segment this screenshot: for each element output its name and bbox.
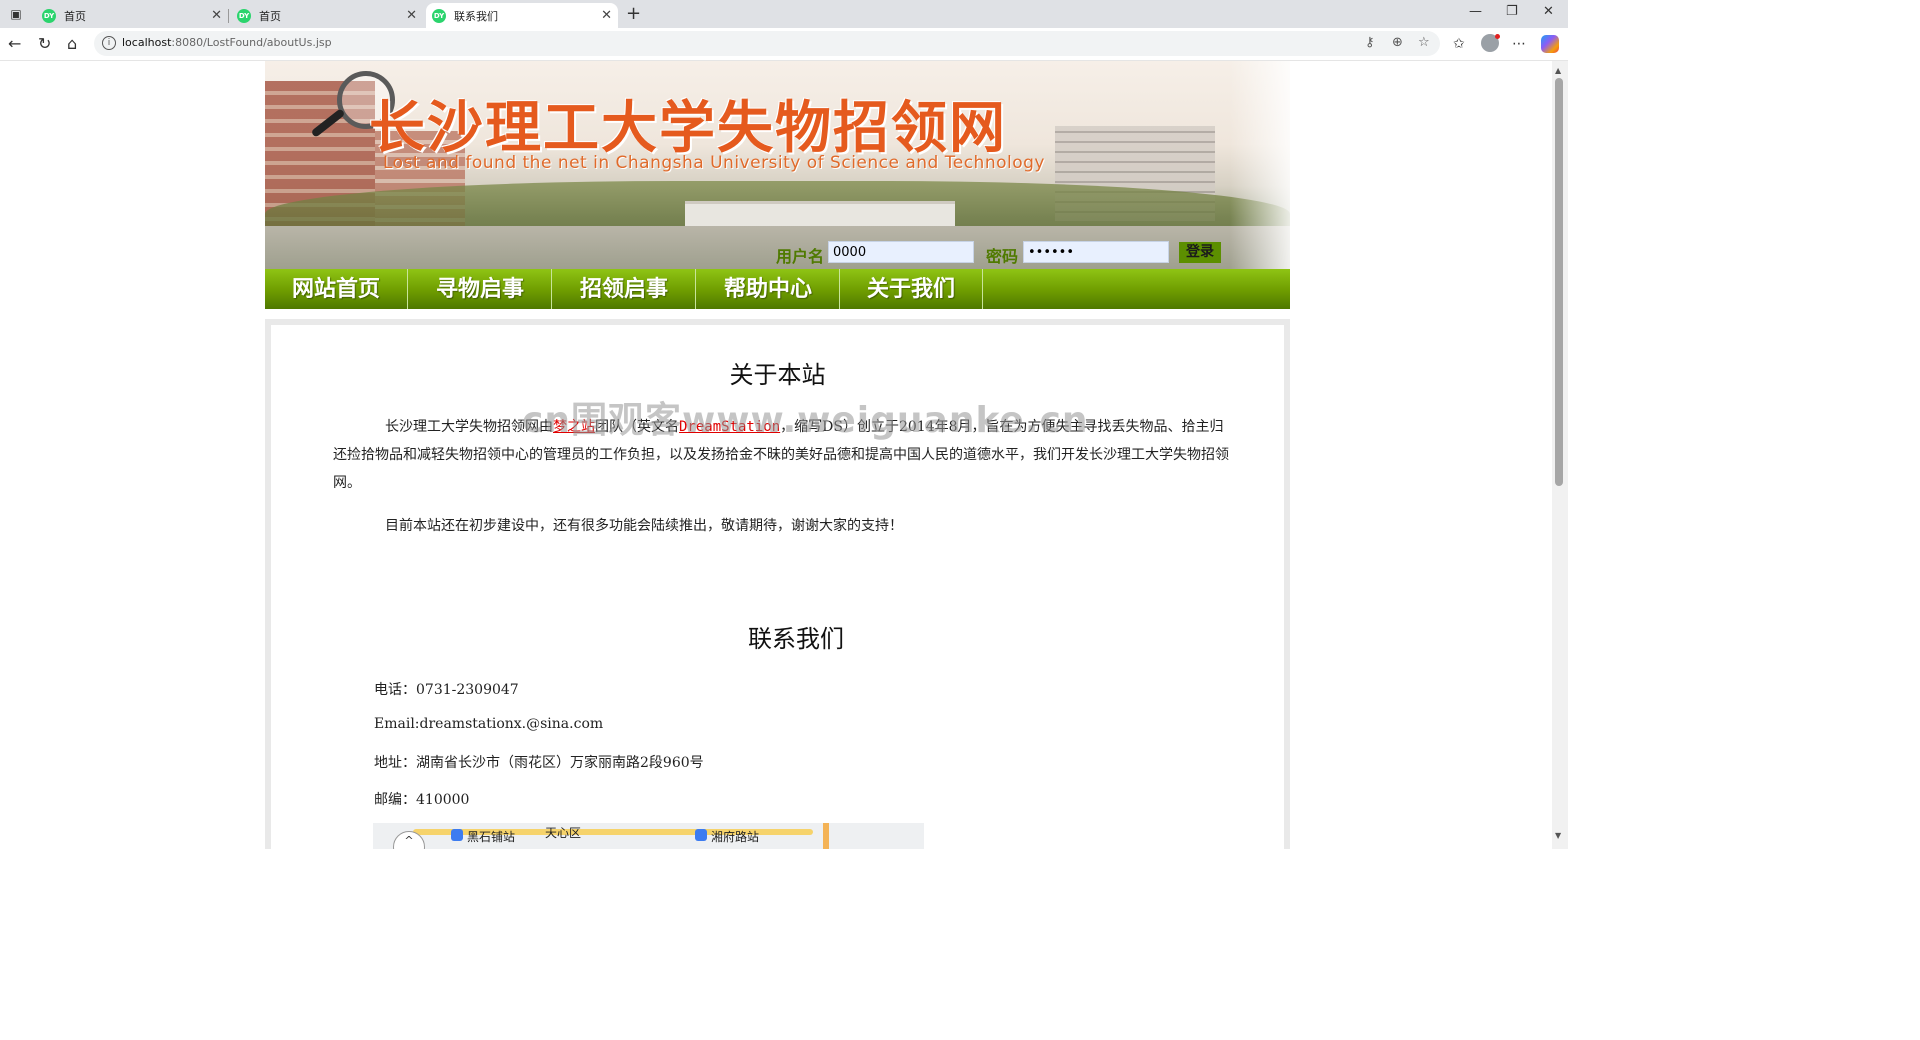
url-text: localhost:8080/LostFound/aboutUs.jsp (122, 36, 332, 49)
browser-tab[interactable]: DY 首页 ✕ (36, 3, 229, 28)
close-window-icon[interactable]: ✕ (1543, 4, 1554, 19)
map-station-icon (695, 829, 707, 841)
nav-about-us[interactable]: 关于我们 (840, 269, 983, 309)
key-icon[interactable]: ⚷ (1365, 35, 1375, 50)
tab-title: 首页 (259, 9, 281, 23)
new-tab-icon[interactable]: + (626, 3, 641, 24)
tab-favicon-icon: DY (237, 8, 251, 23)
more-menu-icon[interactable]: ⋯ (1512, 36, 1526, 52)
map-label: 湘府路站 (711, 830, 760, 844)
watermark: cn围观客www.weiguanke.cn (522, 400, 1089, 441)
main-nav: 网站首页 寻物启事 招领启事 帮助中心 关于我们 (265, 269, 1290, 309)
browser-tab-active[interactable]: DY 联系我们 ✕ (426, 3, 618, 28)
password-label: 密码 (986, 247, 1019, 266)
map-label: 天心区 (545, 826, 582, 840)
close-tab-icon[interactable]: ✕ (601, 8, 612, 23)
contact-postcode: 邮编：410000 (374, 792, 470, 808)
notification-dot-icon (1495, 34, 1500, 39)
location-map[interactable]: ^ 黑石铺站 天心区 湘府路站 (373, 823, 924, 849)
copilot-icon[interactable] (1541, 35, 1559, 53)
browser-toolbar: ← ↻ ⌂ i localhost:8080/LostFound/aboutUs… (0, 28, 1568, 61)
about-paragraph-2: 目前本站还在初步建设中，还有很多功能会陆续推出，敬请期待，谢谢大家的支持！ (385, 518, 903, 534)
tab-strip: ▣ DY 首页 ✕ DY 首页 ✕ DY 联系我们 ✕ + — ❐ ✕ (0, 0, 1568, 28)
nav-home[interactable]: 网站首页 (265, 269, 408, 309)
login-button[interactable]: 登录 (1179, 242, 1221, 263)
scroll-down-icon[interactable]: ▼ (1555, 831, 1561, 840)
site-banner: 长沙理工大学失物招领网 Lost and found the net in Ch… (265, 61, 1290, 269)
url-host: localhost (122, 36, 172, 49)
tab-actions-icon[interactable]: ▣ (6, 5, 26, 23)
home-icon[interactable]: ⌂ (67, 34, 77, 53)
tab-title: 联系我们 (454, 9, 498, 23)
nav-found-items[interactable]: 招领启事 (553, 269, 696, 309)
about-heading: 关于本站 (729, 361, 826, 389)
contact-email: Email:dreamstationx.@sina.com (374, 716, 604, 732)
contact-address: 地址：湖南省长沙市（雨花区）万家丽南路2段960号 (374, 755, 704, 771)
back-icon[interactable]: ← (8, 34, 21, 53)
login-form: 用户名 密码 登录 (776, 241, 1236, 266)
close-tab-icon[interactable]: ✕ (406, 8, 417, 23)
username-input[interactable] (828, 241, 974, 263)
nav-lost-items[interactable]: 寻物启事 (409, 269, 552, 309)
contact-heading: 联系我们 (748, 625, 844, 653)
username-label: 用户名 (776, 247, 825, 266)
close-tab-icon[interactable]: ✕ (211, 8, 222, 23)
map-label: 黑石铺站 (467, 830, 516, 844)
password-input[interactable] (1023, 241, 1169, 263)
tab-favicon-icon: DY (42, 8, 56, 23)
scroll-thumb[interactable] (1555, 78, 1563, 486)
contact-phone: 电话：0731-2309047 (374, 682, 519, 698)
scroll-up-icon[interactable]: ▲ (1555, 66, 1561, 75)
page-viewport: 长沙理工大学失物招领网 Lost and found the net in Ch… (4, 61, 1552, 849)
tab-favicon-icon: DY (432, 8, 446, 23)
map-station-icon (451, 829, 463, 841)
zoom-icon[interactable]: ⊕ (1392, 35, 1403, 50)
site-subtitle: Lost and found the net in Changsha Unive… (383, 153, 1045, 173)
address-bar[interactable]: i localhost:8080/LostFound/aboutUs.jsp ⚷… (94, 31, 1440, 56)
site-info-icon[interactable]: i (102, 36, 116, 50)
tab-title: 首页 (64, 9, 86, 23)
url-path: :8080/LostFound/aboutUs.jsp (171, 36, 332, 49)
favorites-icon[interactable]: ✩ (1453, 36, 1465, 52)
favorite-star-icon[interactable]: ☆ (1418, 35, 1430, 50)
reload-icon[interactable]: ↻ (38, 34, 51, 53)
browser-tab[interactable]: DY 首页 ✕ (231, 3, 423, 28)
nav-help-center[interactable]: 帮助中心 (697, 269, 840, 309)
minimize-icon[interactable]: — (1469, 4, 1482, 19)
site-title: 长沙理工大学失物招领网 (369, 96, 1007, 161)
restore-icon[interactable]: ❐ (1506, 4, 1518, 19)
